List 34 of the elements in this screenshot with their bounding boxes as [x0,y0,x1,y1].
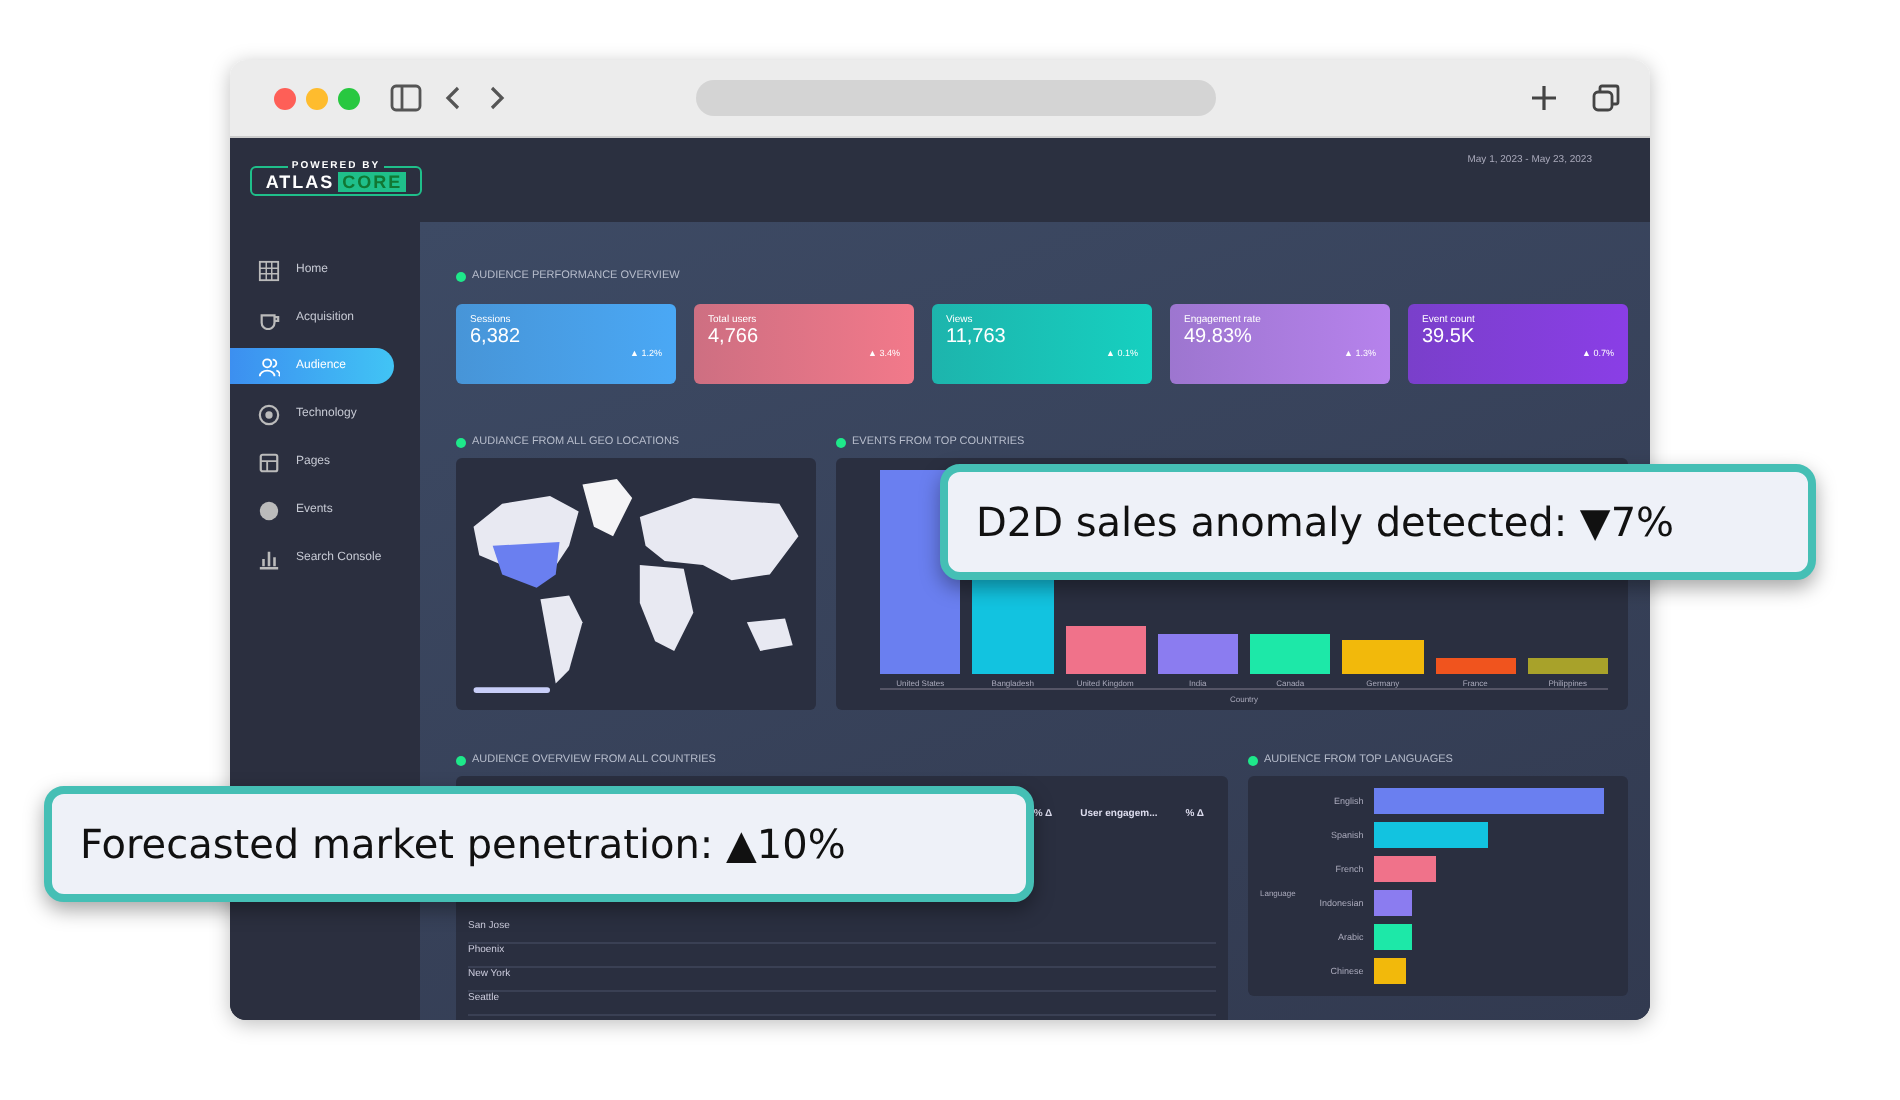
chart-bar [1373,822,1489,848]
chart-bar [1527,657,1608,674]
circle-icon [258,499,280,521]
status-dot-icon [1248,755,1258,765]
callout: D2D sales anomaly detected: ▼7% [940,464,1816,580]
status-dot-icon [456,755,466,765]
chart-bar [1157,633,1238,674]
users-icon [258,355,280,377]
status-dot-icon [456,271,466,281]
chart-bar [1342,639,1423,674]
tabs-icon[interactable] [1590,84,1622,112]
stat-value: 39.5K [1422,326,1477,348]
bar-chart-icon [258,547,280,569]
callout: Forecasted market penetration: ▲10% [44,786,1034,902]
stat-value: 6,382 [470,326,523,348]
chart-bar [1435,657,1516,674]
chart-bar [1065,625,1146,674]
stat-value: 11,763 [946,326,1008,348]
plus-icon[interactable] [1528,84,1560,112]
chart-bar [1373,958,1406,984]
chart-bar [1373,890,1413,916]
page-icon [258,451,280,473]
back-icon[interactable] [444,84,464,112]
status-dot-icon [836,437,846,447]
chart-bar [1373,924,1413,950]
status-dot-icon [456,437,466,447]
stat-value: 4,766 [708,326,761,348]
chart-bar [1250,633,1331,674]
chart-bar [1373,856,1436,882]
forward-icon[interactable] [486,84,506,112]
grid-icon [258,259,280,281]
close-button[interactable] [274,87,296,109]
sidebar-icon[interactable] [390,84,422,112]
stat-value: 49.83% [1184,326,1254,348]
